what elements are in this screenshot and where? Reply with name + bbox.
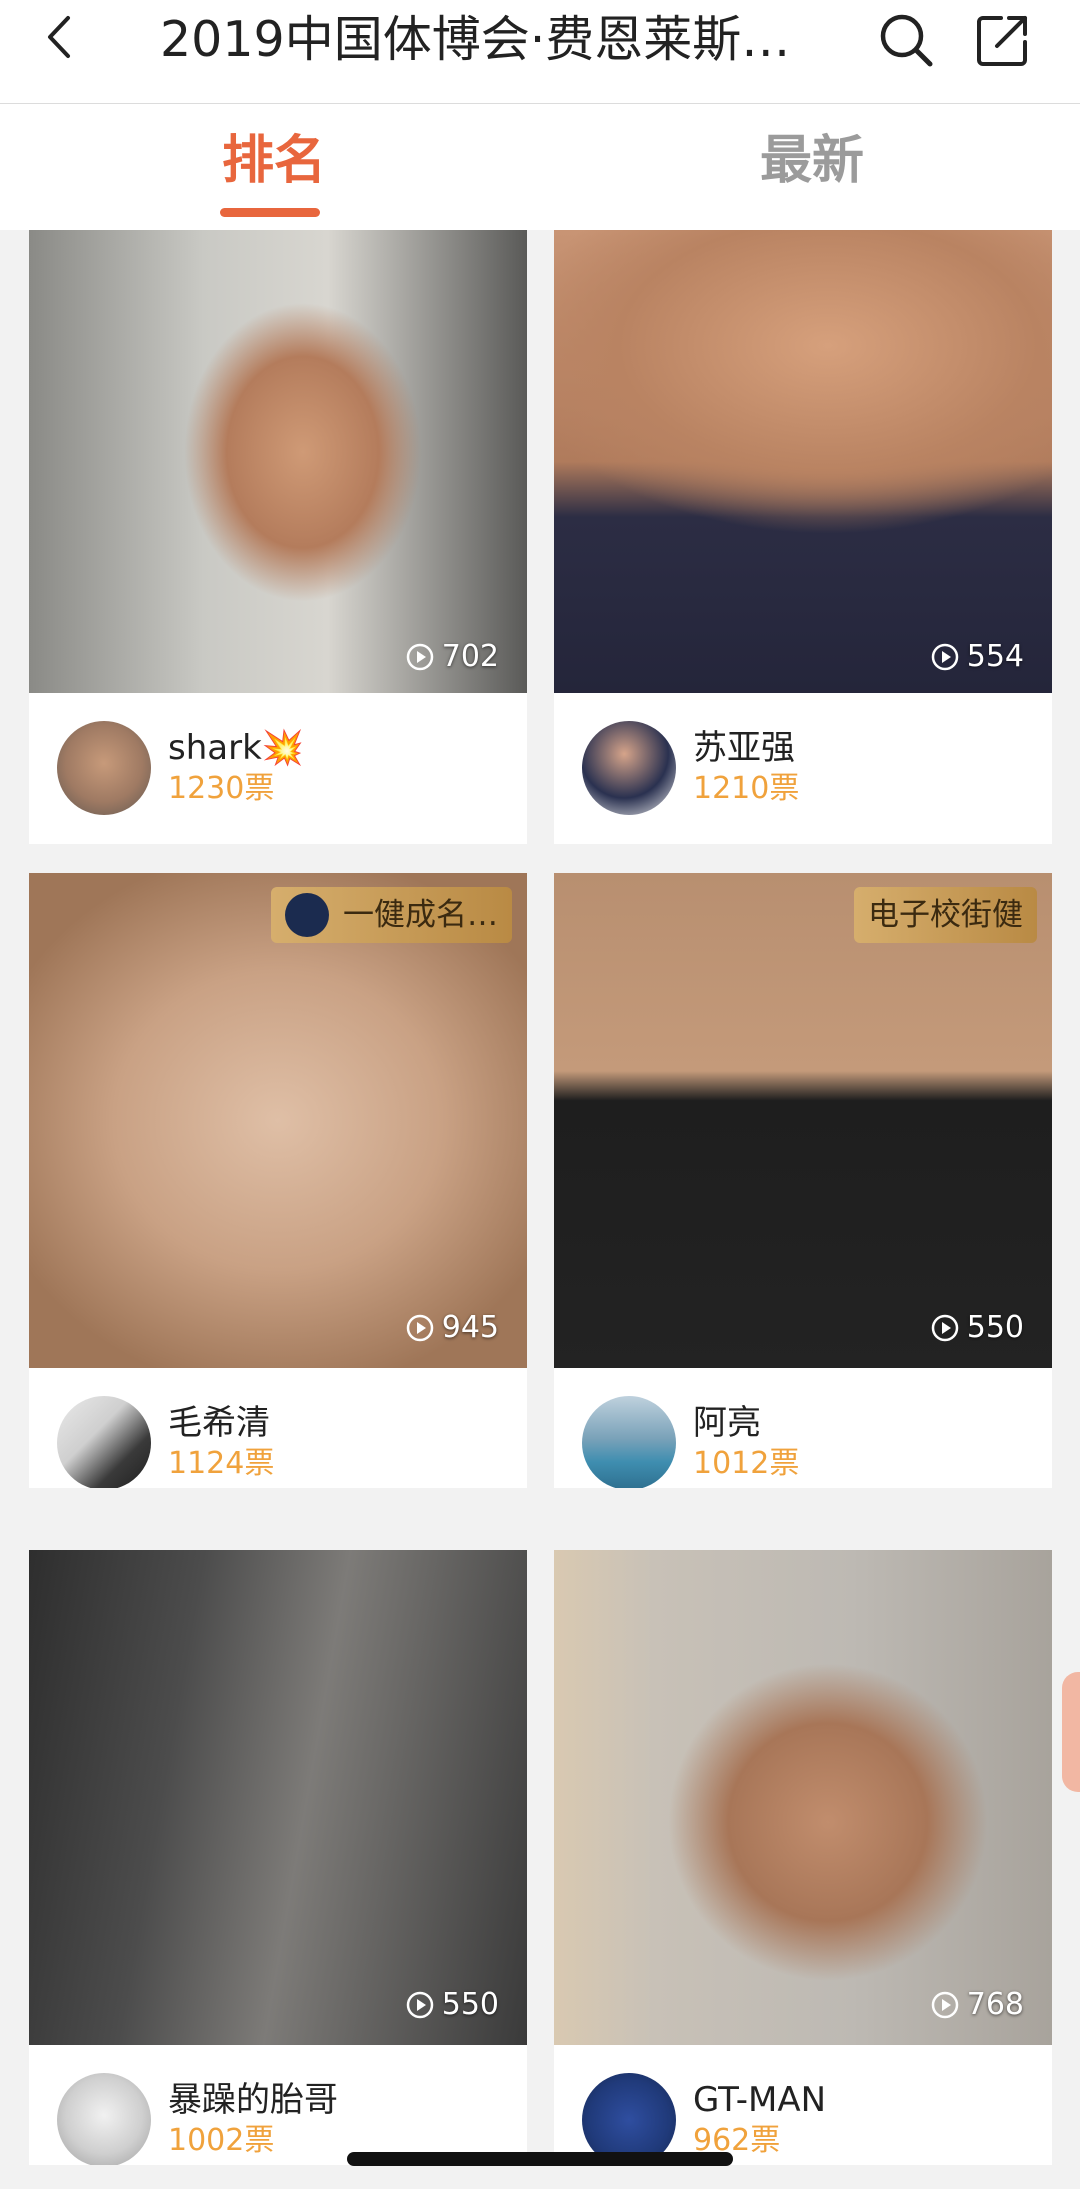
play-count-value: 702 [441, 639, 499, 674]
play-count: 945 [406, 1310, 499, 1346]
top-bar: 2019中国体博会·费恩莱斯… [0, 0, 1080, 104]
team-badge-label: 一健成名… [343, 897, 498, 933]
play-icon [406, 1314, 433, 1342]
chevron-left-icon[interactable] [38, 14, 84, 60]
play-count: 550 [406, 1987, 499, 2023]
play-icon [931, 1991, 958, 2019]
entry-info: 阿亮 1012票 [554, 1368, 1052, 1488]
avatar[interactable] [57, 1396, 151, 1488]
video-thumbnail[interactable]: 550 [29, 1550, 527, 2045]
active-tab-indicator [220, 208, 320, 217]
entry-name: 毛希清 [168, 1403, 270, 1443]
video-thumbnail[interactable]: 768 [554, 1550, 1052, 2045]
entry-info: GT-MAN 962票 [554, 2045, 1052, 2165]
entry-info: 暴躁的胎哥 1002票 [29, 2045, 527, 2165]
entry-name: 苏亚强 [693, 728, 795, 768]
home-indicator [347, 2152, 733, 2166]
entry-info: 毛希清 1124票 [29, 1368, 527, 1488]
page-title: 2019中国体博会·费恩莱斯… [160, 11, 791, 68]
entry-name: shark💥 [168, 728, 305, 768]
play-count: 550 [931, 1310, 1024, 1346]
entry-info: shark💥 1230票 [29, 693, 527, 844]
play-count-value: 945 [441, 1310, 499, 1345]
entry-card[interactable]: 702 shark💥 1230票 [29, 230, 527, 844]
entry-name: GT-MAN [693, 2080, 827, 2120]
team-badge: 电子校街健 [854, 887, 1037, 943]
play-icon [406, 643, 433, 671]
team-badge: 一健成名… [271, 887, 512, 943]
vote-count: 1124票 [168, 1446, 275, 1481]
play-count: 554 [931, 639, 1024, 675]
avatar[interactable] [582, 721, 676, 815]
play-count-value: 550 [966, 1310, 1024, 1345]
avatar[interactable] [57, 721, 151, 815]
entry-card[interactable]: 550 暴躁的胎哥 1002票 [29, 1550, 527, 2165]
play-icon [931, 643, 958, 671]
play-count-value: 550 [441, 1987, 499, 2022]
vote-count: 1002票 [168, 2123, 275, 2158]
play-count: 702 [406, 639, 499, 675]
video-thumbnail[interactable]: 电子校街健 550 [554, 873, 1052, 1368]
share-icon[interactable] [975, 12, 1031, 68]
entry-name: 阿亮 [693, 1403, 761, 1443]
entry-card[interactable]: 768 GT-MAN 962票 [554, 1550, 1052, 2165]
tab-bar: 排名 最新 [0, 104, 1080, 230]
entry-card[interactable]: 554 苏亚强 1210票 [554, 230, 1052, 844]
entry-card[interactable]: 一健成名… 945 毛希清 1124票 [29, 873, 527, 1488]
vote-count: 1230票 [168, 771, 275, 806]
search-icon[interactable] [878, 12, 934, 68]
entry-info: 苏亚强 1210票 [554, 693, 1052, 844]
vote-count: 1210票 [693, 771, 800, 806]
avatar[interactable] [57, 2073, 151, 2165]
entry-name: 暴躁的胎哥 [168, 2080, 338, 2120]
video-thumbnail[interactable]: 一健成名… 945 [29, 873, 527, 1368]
vote-count: 1012票 [693, 1446, 800, 1481]
play-count-value: 768 [966, 1987, 1024, 2022]
team-badge-label: 电子校街健 [868, 897, 1023, 933]
video-thumbnail[interactable]: 554 [554, 230, 1052, 693]
floating-action-tab[interactable] [1062, 1672, 1080, 1792]
entry-card[interactable]: 电子校街健 550 阿亮 1012票 [554, 873, 1052, 1488]
team-logo-icon [285, 893, 329, 937]
tab-ranking[interactable]: 排名 [222, 126, 326, 196]
play-count: 768 [931, 1987, 1024, 2023]
avatar[interactable] [582, 1396, 676, 1488]
tab-latest[interactable]: 最新 [760, 126, 864, 196]
play-icon [406, 1991, 433, 2019]
video-thumbnail[interactable]: 702 [29, 230, 527, 693]
play-icon [931, 1314, 958, 1342]
play-count-value: 554 [966, 639, 1024, 674]
